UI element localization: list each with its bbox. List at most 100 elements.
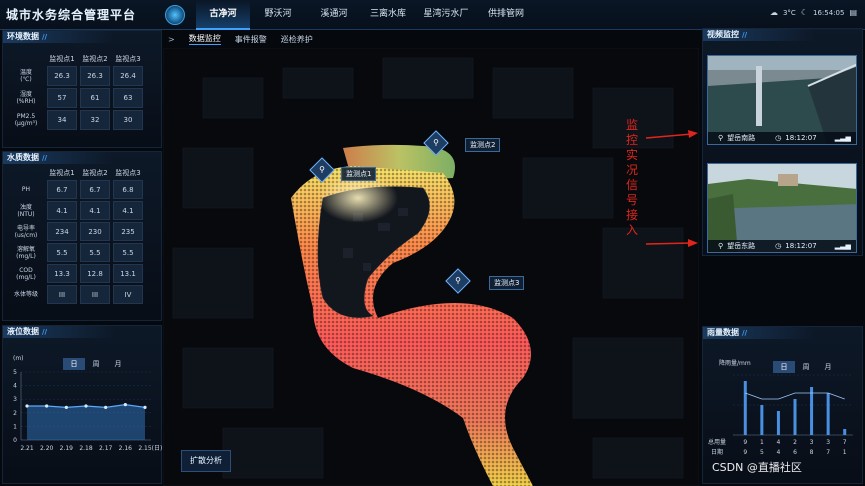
signal-icon: ▂▃▅ bbox=[834, 242, 851, 250]
water-row-label: PH bbox=[21, 186, 31, 193]
rain-x-tick: 9 bbox=[743, 449, 747, 456]
rain-row-label: 总用量 bbox=[708, 438, 726, 446]
water-cell: 230 bbox=[80, 222, 110, 241]
camera-1-location: 望岳南路 bbox=[727, 134, 756, 142]
arrow-to-camera-1 bbox=[645, 133, 693, 139]
env-col-header: 监视点2 bbox=[82, 54, 108, 63]
rain-bar bbox=[776, 411, 780, 435]
env-cell: 57 bbox=[47, 88, 77, 108]
rain-bar bbox=[843, 429, 847, 435]
tab-xingwan-plant[interactable]: 星湾污水厂 bbox=[414, 0, 478, 30]
annotation-text: 监控实况信号接入 bbox=[626, 118, 639, 237]
video-panel-title: 视频监控 bbox=[703, 29, 862, 41]
env-row-label: PM2.5 (μg/m³) bbox=[14, 113, 38, 127]
subtab-data-monitor[interactable]: 数据监控 bbox=[188, 33, 221, 45]
env-cell: 32 bbox=[80, 110, 110, 130]
rain-bar bbox=[793, 399, 797, 435]
rain-x-tick: 4 bbox=[777, 449, 781, 456]
rain-total-value: 3 bbox=[810, 439, 814, 446]
diffusion-analysis-button[interactable]: 扩散分析 bbox=[181, 450, 231, 472]
cloud-icon: ☁ bbox=[769, 8, 778, 17]
rain-total-value: 3 bbox=[826, 439, 830, 446]
water-drop-logo-icon bbox=[165, 5, 185, 25]
top-header: 城市水务综合管理平台 古净河 野沃河 溪通河 三离水库 星湾污水厂 供排管网 ☁… bbox=[0, 0, 865, 30]
level-area bbox=[27, 404, 145, 440]
level-y-tick: 0 bbox=[13, 437, 17, 444]
water-cell: 4.1 bbox=[80, 201, 110, 220]
rain-bar bbox=[760, 405, 764, 435]
water-cell: 13.3 bbox=[47, 264, 77, 283]
rain-x-tick: 1 bbox=[843, 449, 847, 456]
rain-total-value: 9 bbox=[743, 439, 747, 446]
rain-total-value: 4 bbox=[777, 439, 781, 446]
level-point bbox=[123, 403, 127, 407]
river-map[interactable]: ⚲ 监测点1 ⚲ 监测点2 ⚲ 监测点3 bbox=[163, 48, 699, 486]
annotation-arrows bbox=[645, 130, 698, 247]
water-col-header: 监视点3 bbox=[115, 168, 141, 177]
subtab-inspection[interactable]: 巡检养护 bbox=[281, 34, 313, 45]
level-y-tick: 3 bbox=[13, 396, 17, 403]
water-cell: 12.8 bbox=[80, 264, 110, 283]
rain-trend-line bbox=[745, 392, 845, 400]
env-cell: 34 bbox=[47, 110, 77, 130]
env-cell: 30 bbox=[113, 110, 143, 130]
app-title: 城市水务综合管理平台 bbox=[6, 8, 137, 22]
env-cell: 63 bbox=[113, 88, 143, 108]
env-cell: 61 bbox=[80, 88, 110, 108]
env-col-header: 监视点1 bbox=[49, 54, 75, 63]
water-quality-panel: 水质数据 监视点1 监视点2 监视点3 PH 6.7 6.7 6.8 浊度(NT… bbox=[2, 151, 162, 321]
level-point bbox=[84, 404, 88, 408]
status-bar: ☁ 3°C ☾ 16:54:05 ▤ bbox=[770, 8, 857, 17]
env-row-label: 温度 (℃) bbox=[19, 69, 32, 83]
tab-pipe-network[interactable]: 供排管网 bbox=[478, 0, 534, 30]
water-panel-title: 水质数据 bbox=[3, 152, 161, 164]
rain-x-tick: 7 bbox=[826, 449, 830, 456]
arrowhead-2-icon bbox=[688, 239, 698, 247]
env-row-label: 湿度 (%RH) bbox=[16, 91, 36, 105]
camera-feed-1[interactable]: ⚲ 望岳南路 ◷ 18:12:07 ▂▃▅ bbox=[707, 55, 857, 145]
level-x-tick: 2.17 bbox=[99, 445, 113, 452]
tab-yewo-river[interactable]: 野沃河 bbox=[250, 0, 306, 30]
camera-feed-2[interactable]: ⚲ 望岳东路 ◷ 18:12:07 ▂▃▅ bbox=[707, 163, 857, 253]
water-cell: 6.7 bbox=[80, 180, 110, 199]
water-cell: 5.5 bbox=[47, 243, 77, 262]
rain-x-tick: 8 bbox=[810, 449, 814, 456]
env-panel-title: 环境数据 bbox=[3, 31, 161, 43]
rain-x-tick: 5 bbox=[760, 449, 764, 456]
location-icon: ⚲ bbox=[718, 134, 724, 142]
arrow-to-camera-2 bbox=[645, 242, 693, 245]
tab-gujing-river[interactable]: 古净河 bbox=[196, 0, 250, 30]
location-icon: ⚲ bbox=[718, 242, 724, 250]
clock-icon: ◷ bbox=[775, 242, 782, 250]
water-row-label: 电导率 (us/cm) bbox=[14, 224, 38, 239]
water-cell: 6.7 bbox=[47, 180, 77, 199]
env-cell: 26.3 bbox=[80, 66, 110, 86]
subtab-event-alarm[interactable]: 事件报警 bbox=[235, 34, 267, 45]
monitor-point-3-label: 监测点3 bbox=[489, 276, 525, 290]
env-col-header: 监视点3 bbox=[115, 54, 141, 63]
menu-icon[interactable]: ▤ bbox=[849, 8, 857, 17]
level-y-tick: 1 bbox=[13, 423, 17, 430]
tab-sanli-reservoir[interactable]: 三离水库 bbox=[362, 0, 414, 30]
level-y-tick: 5 bbox=[13, 369, 17, 376]
level-data-panel: 液位数据 日 周 月 (m)0123452.212.202.192.182.17… bbox=[2, 325, 162, 484]
water-row-label: COD (mg/L) bbox=[16, 266, 36, 281]
level-x-tick: 2.21 bbox=[20, 445, 34, 452]
level-line-chart: (m) 0 1 2 3 4 5 2.21 2.20 2.19 2.18 2.17 2.16 2.15 (日) bbox=[13, 355, 162, 452]
rain-total-value: 2 bbox=[793, 439, 797, 446]
rain-bar bbox=[810, 387, 814, 435]
watermark: CSDN @直播社区 bbox=[712, 461, 802, 474]
rain-panel-title: 雨量数据 bbox=[703, 327, 862, 339]
level-x-tick: 2.16 bbox=[119, 445, 133, 452]
water-cell: 235 bbox=[113, 222, 143, 241]
rain-bar bbox=[826, 393, 830, 435]
camera-2-location: 望岳东路 bbox=[727, 242, 756, 250]
water-cell: 6.8 bbox=[113, 180, 143, 199]
arrowhead-1-icon bbox=[688, 130, 698, 138]
camera-1-info-bar: ⚲ 望岳南路 ◷ 18:12:07 ▂▃▅ bbox=[708, 132, 856, 144]
tab-xitong-river[interactable]: 溪通河 bbox=[306, 0, 362, 30]
level-y-axis-label: (m) bbox=[13, 355, 24, 362]
level-y-tick: 2 bbox=[13, 410, 17, 417]
rain-category-label: 日期 bbox=[711, 448, 723, 456]
water-cell: 4.1 bbox=[47, 201, 77, 220]
